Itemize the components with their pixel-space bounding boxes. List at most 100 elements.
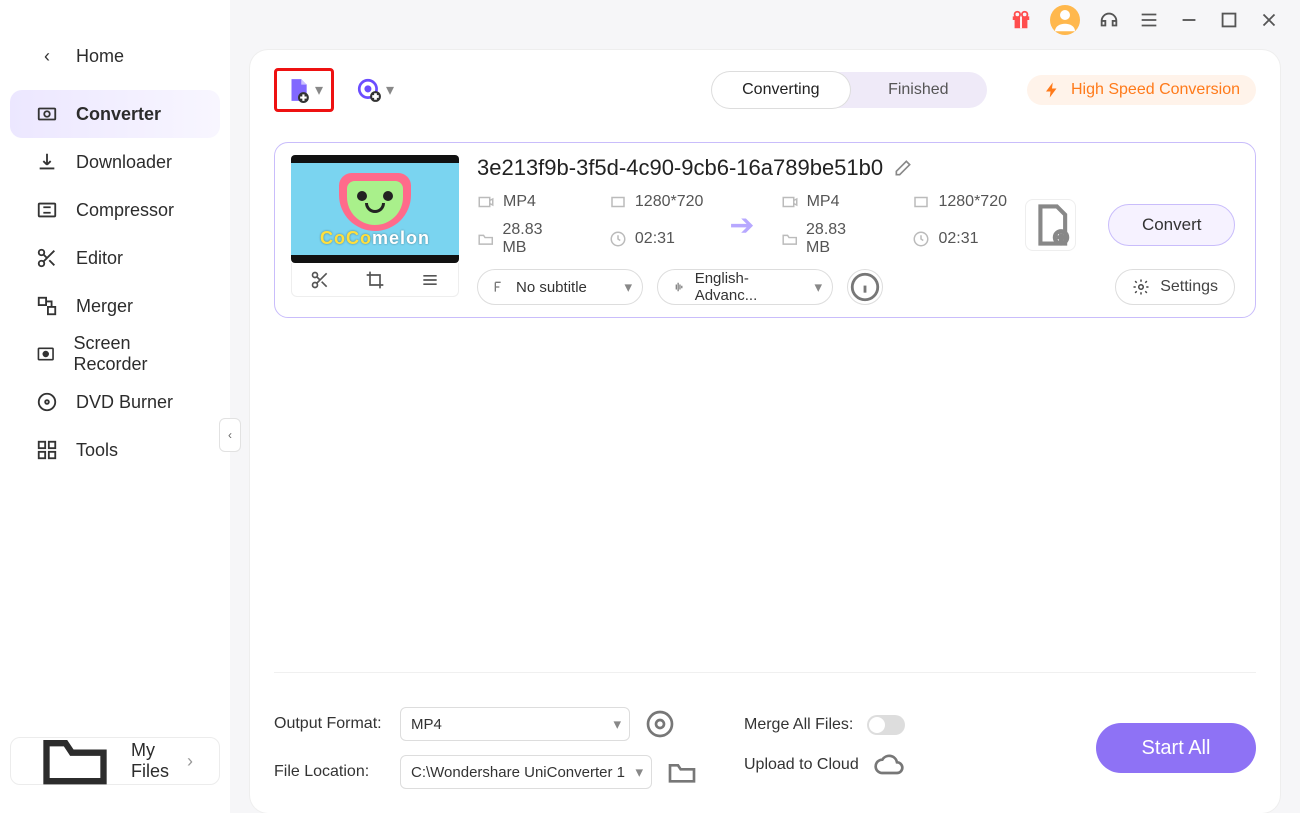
disc-add-icon bbox=[356, 77, 382, 103]
thumb-brand-b: melon bbox=[372, 228, 430, 248]
source-meta: MP4 1280*720 28.83 MB 02:31 bbox=[477, 193, 703, 257]
resolution-icon bbox=[609, 193, 627, 211]
merger-icon bbox=[36, 295, 58, 317]
open-folder-icon[interactable] bbox=[666, 756, 698, 788]
merge-toggle[interactable] bbox=[867, 715, 905, 735]
resolution-icon bbox=[912, 193, 930, 211]
settings-label: Settings bbox=[1160, 278, 1218, 296]
src-format: MP4 bbox=[503, 193, 536, 211]
subtitle-icon bbox=[492, 279, 508, 295]
dst-duration: 02:31 bbox=[938, 230, 978, 248]
high-speed-conversion-button[interactable]: High Speed Conversion bbox=[1027, 75, 1256, 105]
chevron-left-icon: ‹ bbox=[36, 45, 58, 67]
audio-select[interactable]: English-Advanc... bbox=[657, 269, 833, 305]
lightning-icon bbox=[1043, 81, 1061, 99]
file-info: 3e213f9b-3f5d-4c90-9cb6-16a789be51b0 MP4… bbox=[477, 155, 1235, 305]
crop-icon[interactable] bbox=[365, 270, 385, 290]
file-name: 3e213f9b-3f5d-4c90-9cb6-16a789be51b0 bbox=[477, 155, 883, 181]
window-maximize-icon[interactable] bbox=[1218, 9, 1240, 31]
start-all-button[interactable]: Start All bbox=[1096, 723, 1256, 773]
output-format-label: Output Format: bbox=[274, 715, 386, 733]
tab-finished[interactable]: Finished bbox=[850, 72, 988, 108]
folder-size-icon bbox=[781, 230, 798, 248]
output-format-select[interactable]: MP4 bbox=[400, 707, 630, 741]
info-icon[interactable] bbox=[847, 269, 883, 305]
chevron-down-icon: ▾ bbox=[315, 80, 323, 100]
compressor-icon bbox=[36, 199, 58, 221]
thumb-brand-a: CoCo bbox=[320, 228, 372, 248]
recorder-icon bbox=[36, 343, 55, 365]
main-area: ▾ ▾ Converting Finished High Speed Conve… bbox=[230, 0, 1300, 813]
tab-converting[interactable]: Converting bbox=[712, 72, 850, 108]
nav-tools[interactable]: Tools bbox=[10, 426, 220, 474]
nav-compressor[interactable]: Compressor bbox=[10, 186, 220, 234]
trim-icon[interactable] bbox=[310, 270, 330, 290]
nav-home[interactable]: ‹ Home bbox=[10, 32, 220, 80]
sidebar: ‹ Home Converter Downloader Compressor E… bbox=[0, 0, 230, 813]
add-file-button[interactable]: ▾ bbox=[274, 68, 334, 112]
bottom-bar: Output Format: MP4 File Location: C:\Won… bbox=[274, 672, 1256, 795]
disc-icon bbox=[36, 391, 58, 413]
converter-icon bbox=[36, 103, 58, 125]
add-disc-button[interactable]: ▾ bbox=[348, 71, 402, 109]
video-thumbnail[interactable]: CoComelon bbox=[291, 155, 459, 263]
output-settings-icon[interactable] bbox=[644, 708, 676, 740]
arrow-right-icon: ➔ bbox=[721, 208, 762, 243]
user-avatar[interactable] bbox=[1050, 5, 1080, 35]
content-panel: ▾ ▾ Converting Finished High Speed Conve… bbox=[250, 50, 1280, 813]
nav-screen-recorder[interactable]: Screen Recorder bbox=[10, 330, 220, 378]
upload-cloud-label: Upload to Cloud bbox=[744, 756, 859, 774]
folder-size-icon bbox=[477, 230, 494, 248]
chevron-down-icon: ▾ bbox=[386, 80, 394, 100]
output-preset-button[interactable] bbox=[1025, 199, 1076, 251]
file-add-icon bbox=[285, 77, 311, 103]
src-resolution: 1280*720 bbox=[635, 193, 704, 211]
window-close-icon[interactable] bbox=[1258, 9, 1280, 31]
nav-dvd-burner[interactable]: DVD Burner bbox=[10, 378, 220, 426]
nav-home-label: Home bbox=[76, 46, 124, 67]
merge-label: Merge All Files: bbox=[744, 716, 853, 734]
nav-label: Downloader bbox=[76, 152, 172, 173]
my-files-button[interactable]: My Files › bbox=[10, 737, 220, 785]
target-meta: MP4 1280*720 28.83 MB 02:31 bbox=[781, 193, 1007, 257]
file-card: CoComelon 3e213f9b-3f5d-4c90-9cb6-16a789… bbox=[274, 142, 1256, 318]
audio-value: English-Advanc... bbox=[695, 270, 802, 304]
video-icon bbox=[477, 193, 495, 211]
file-location-value: C:\Wondershare UniConverter 1 bbox=[411, 764, 625, 781]
nav-merger[interactable]: Merger bbox=[10, 282, 220, 330]
more-icon[interactable] bbox=[420, 270, 440, 290]
status-tabs: Converting Finished bbox=[712, 72, 987, 108]
nav-label: Tools bbox=[76, 440, 118, 461]
subtitle-select[interactable]: No subtitle bbox=[477, 269, 643, 305]
nav-editor[interactable]: Editor bbox=[10, 234, 220, 282]
clock-icon bbox=[912, 230, 930, 248]
headset-icon[interactable] bbox=[1098, 9, 1120, 31]
window-minimize-icon[interactable] bbox=[1178, 9, 1200, 31]
gift-icon[interactable] bbox=[1010, 9, 1032, 31]
scissors-icon bbox=[36, 247, 58, 269]
gear-icon bbox=[1132, 278, 1150, 296]
download-icon bbox=[36, 151, 58, 173]
settings-button[interactable]: Settings bbox=[1115, 269, 1235, 305]
convert-button[interactable]: Convert bbox=[1108, 204, 1235, 246]
menu-icon[interactable] bbox=[1138, 9, 1160, 31]
clock-icon bbox=[609, 230, 627, 248]
my-files-label: My Files bbox=[131, 740, 169, 782]
file-location-label: File Location: bbox=[274, 763, 386, 781]
cloud-icon[interactable] bbox=[873, 749, 905, 781]
sidebar-collapse-handle[interactable]: ‹ bbox=[219, 418, 241, 452]
dst-resolution: 1280*720 bbox=[938, 193, 1007, 211]
grid-icon bbox=[36, 439, 58, 461]
file-location-select[interactable]: C:\Wondershare UniConverter 1 bbox=[400, 755, 652, 789]
edit-name-icon[interactable] bbox=[893, 158, 913, 178]
dst-size: 28.83 MB bbox=[806, 221, 872, 257]
output-format-value: MP4 bbox=[411, 716, 442, 733]
thumbnail-column: CoComelon bbox=[291, 155, 459, 297]
audio-wave-icon bbox=[672, 279, 687, 295]
nav-downloader[interactable]: Downloader bbox=[10, 138, 220, 186]
nav-label: Merger bbox=[76, 296, 133, 317]
nav-label: Editor bbox=[76, 248, 123, 269]
dst-format: MP4 bbox=[807, 193, 840, 211]
src-size: 28.83 MB bbox=[502, 221, 568, 257]
nav-converter[interactable]: Converter bbox=[10, 90, 220, 138]
